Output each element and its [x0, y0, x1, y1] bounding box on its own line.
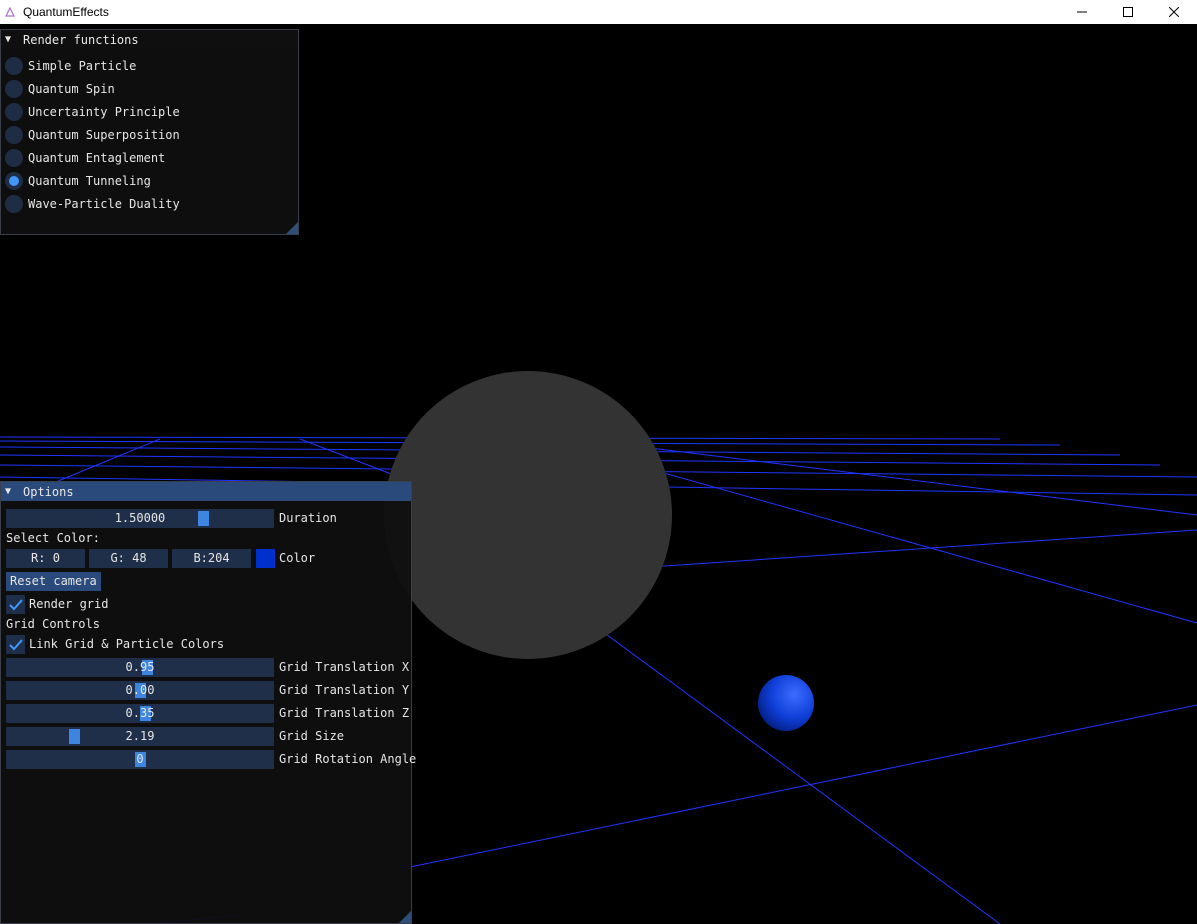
- grid-slider[interactable]: 0: [6, 750, 274, 769]
- radio-button[interactable]: [5, 103, 23, 121]
- duration-value: 1.50000: [114, 511, 166, 525]
- radio-button[interactable]: [5, 57, 23, 75]
- large-sphere: [384, 371, 672, 659]
- render-option-item[interactable]: Quantum Entaglement: [5, 148, 165, 168]
- color-swatch[interactable]: [256, 549, 275, 568]
- render-option-label: Quantum Entaglement: [28, 151, 166, 165]
- radio-button[interactable]: [5, 172, 23, 190]
- slider-value: 0.95: [125, 660, 155, 674]
- collapse-arrow-icon[interactable]: ▼: [5, 34, 19, 45]
- render-option-label: Simple Particle: [28, 59, 137, 73]
- render-option-label: Quantum Spin: [28, 82, 115, 96]
- grid-controls-label: Grid Controls: [6, 617, 100, 631]
- grid-slider[interactable]: 0.00: [6, 681, 274, 700]
- grid-slider[interactable]: 0.95: [6, 658, 274, 677]
- checkmark-icon: [8, 638, 23, 650]
- color-r-field[interactable]: R: 0: [6, 549, 85, 568]
- duration-slider[interactable]: 1.50000: [6, 509, 274, 528]
- link-colors-checkbox[interactable]: [6, 635, 25, 654]
- maximize-icon[interactable]: [1105, 0, 1151, 24]
- reset-camera-button[interactable]: Reset camera: [6, 572, 101, 591]
- render-option-label: Quantum Tunneling: [28, 174, 151, 188]
- radio-button[interactable]: [5, 126, 23, 144]
- color-b-field[interactable]: B:204: [172, 549, 251, 568]
- render-grid-label: Render grid: [29, 597, 109, 611]
- grid-slider-label: Grid Rotation Angle: [279, 752, 417, 766]
- grid-slider-label: Grid Translation Y: [279, 683, 410, 697]
- options-title: Options: [23, 484, 74, 499]
- window-title: QuantumEffects: [23, 5, 109, 19]
- render-option-item[interactable]: Simple Particle: [5, 56, 136, 76]
- grid-slider-label: Grid Translation X: [279, 660, 410, 674]
- select-color-label: Select Color:: [6, 531, 100, 545]
- window-titlebar: QuantumEffects: [0, 0, 1197, 24]
- slider-value: 0.00: [125, 683, 155, 697]
- collapse-arrow-icon[interactable]: ▼: [5, 486, 19, 497]
- app-icon: [2, 0, 18, 24]
- options-titlebar[interactable]: ▼ Options: [1, 482, 411, 501]
- render-option-label: Uncertainty Principle: [28, 105, 180, 119]
- radio-button[interactable]: [5, 195, 23, 213]
- render-option-label: Quantum Superposition: [28, 128, 180, 142]
- link-colors-label: Link Grid & Particle Colors: [29, 637, 225, 651]
- render-functions-titlebar[interactable]: ▼ Render functions: [1, 30, 298, 49]
- grid-slider[interactable]: 0.35: [6, 704, 274, 723]
- options-window: ▼ Options 1.50000 Duration Select Color:…: [0, 481, 416, 924]
- render-option-label: Wave-Particle Duality: [28, 197, 180, 211]
- duration-label: Duration: [279, 511, 337, 525]
- checkmark-icon: [8, 598, 23, 610]
- resize-grip-icon[interactable]: [399, 911, 411, 923]
- color-picker-row: R: 0 G: 48 B:204: [6, 549, 256, 568]
- color-label: Color: [279, 551, 316, 565]
- grid-slider[interactable]: 2.19: [6, 727, 274, 746]
- particle-sphere: [758, 675, 814, 731]
- radio-button[interactable]: [5, 80, 23, 98]
- slider-value: 0.35: [125, 706, 155, 720]
- resize-grip-icon[interactable]: [286, 222, 298, 234]
- render-option-item[interactable]: Quantum Superposition: [5, 125, 180, 145]
- color-g-field[interactable]: G: 48: [89, 549, 168, 568]
- minimize-icon[interactable]: [1059, 0, 1105, 24]
- render-functions-window: ▼ Render functions Simple Particle Quantu…: [0, 29, 299, 235]
- render-functions-title: Render functions: [23, 32, 139, 47]
- slider-value: 2.19: [125, 729, 155, 743]
- render-option-item[interactable]: Quantum Tunneling: [5, 171, 151, 191]
- slider-value: 0: [136, 752, 144, 766]
- render-grid-checkbox[interactable]: [6, 595, 25, 614]
- grid-slider-label: Grid Size: [279, 729, 345, 743]
- render-option-item[interactable]: Quantum Spin: [5, 79, 115, 99]
- render-option-item[interactable]: Wave-Particle Duality: [5, 194, 180, 214]
- render-option-item[interactable]: Uncertainty Principle: [5, 102, 180, 122]
- radio-button[interactable]: [5, 149, 23, 167]
- grid-slider-label: Grid Translation Z: [279, 706, 410, 720]
- close-icon[interactable]: [1151, 0, 1197, 24]
